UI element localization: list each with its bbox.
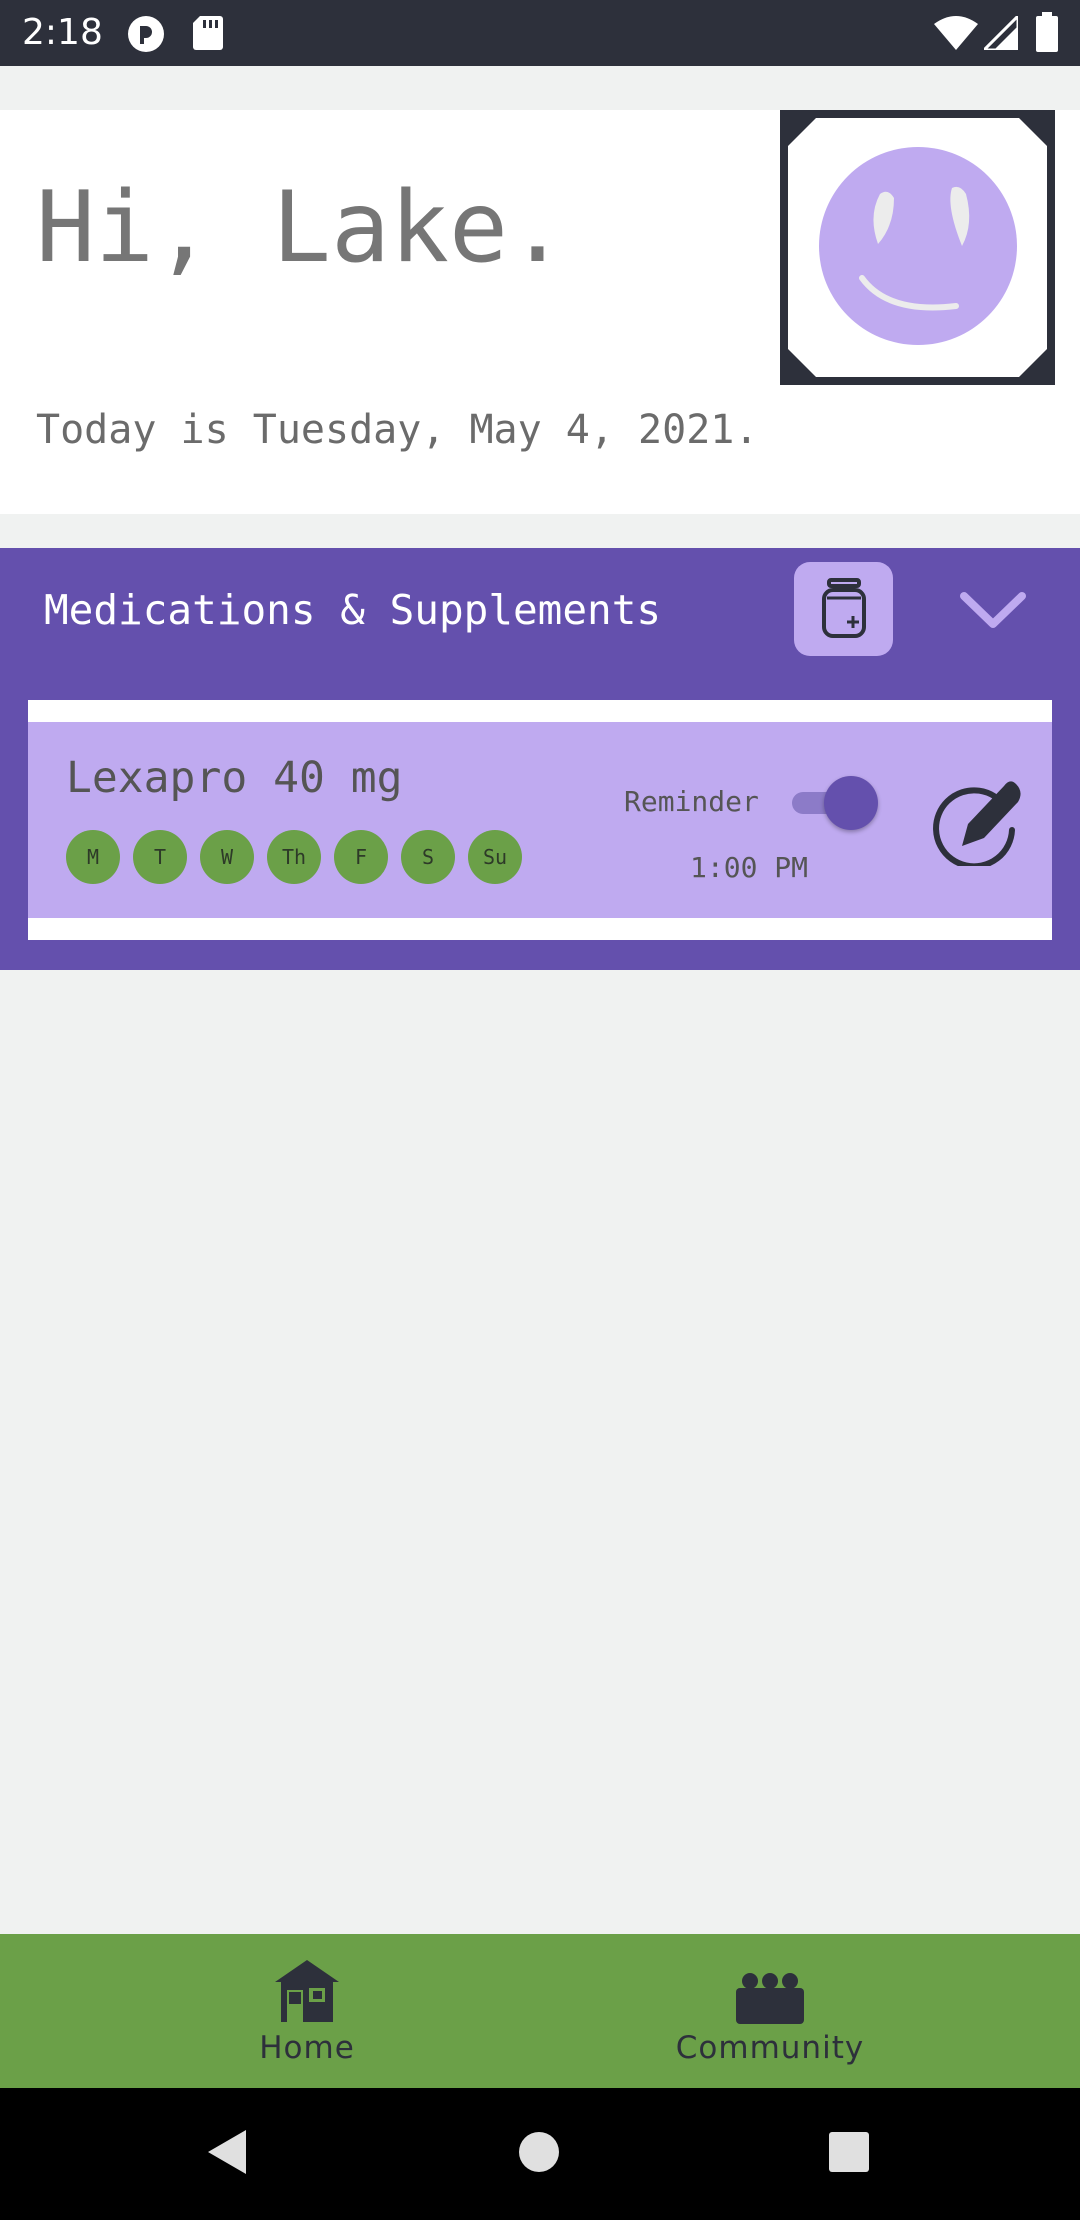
- reminder-label: Reminder: [624, 785, 759, 818]
- status-time: 2:18: [22, 12, 103, 53]
- reminder-toggle[interactable]: [790, 774, 882, 830]
- day-thursday[interactable]: Th: [267, 830, 321, 884]
- nav-community[interactable]: Community: [650, 1934, 890, 2088]
- medication-item[interactable]: Lexapro 40 mg M T W Th F S Su Reminder 1…: [28, 722, 1052, 918]
- bottom-navigation: Home Community: [0, 1934, 1080, 2088]
- add-medication-button[interactable]: [794, 562, 893, 656]
- sd-card-icon: [192, 14, 224, 56]
- medications-panel: Medications & Supplements Lexapro 40 mg …: [0, 548, 1080, 970]
- day-tuesday[interactable]: T: [133, 830, 187, 884]
- collapse-button[interactable]: [950, 568, 1034, 652]
- wifi-icon: [934, 16, 978, 54]
- home-circle-icon: [518, 2131, 560, 2177]
- nav-home[interactable]: Home: [220, 1934, 394, 2088]
- battery-icon: [1036, 12, 1058, 56]
- greeting-card: Hi, Lake. Today is Tuesday, May 4, 2021.: [0, 110, 1080, 514]
- back-button[interactable]: [190, 2118, 262, 2190]
- day-saturday[interactable]: S: [401, 830, 455, 884]
- chevron-down-icon: [960, 590, 1026, 634]
- medication-name: Lexapro 40 mg: [66, 753, 403, 803]
- schedule-days: M T W Th F S Su: [66, 830, 522, 884]
- community-icon: [736, 1956, 804, 2024]
- smiley-face-icon: [818, 146, 1018, 346]
- medication-card: Lexapro 40 mg M T W Th F S Su Reminder 1…: [28, 700, 1052, 940]
- recents-button[interactable]: [813, 2118, 885, 2190]
- nav-community-label: Community: [675, 2030, 865, 2066]
- status-bar: 2:18: [0, 0, 1080, 66]
- toggle-knob: [824, 776, 878, 830]
- day-wednesday[interactable]: W: [200, 830, 254, 884]
- greeting-text: Hi, Lake.: [36, 171, 568, 285]
- avatar[interactable]: [780, 110, 1055, 385]
- signal-icon: [980, 12, 1020, 54]
- day-sunday[interactable]: Su: [468, 830, 522, 884]
- edit-pencil-icon: [932, 774, 1024, 870]
- app-notification-icon: [126, 14, 166, 58]
- day-friday[interactable]: F: [334, 830, 388, 884]
- edit-medication-button[interactable]: [932, 774, 1024, 870]
- recents-square-icon: [828, 2131, 870, 2177]
- medications-title: Medications & Supplements: [44, 586, 662, 634]
- date-text: Today is Tuesday, May 4, 2021.: [36, 407, 759, 453]
- day-monday[interactable]: M: [66, 830, 120, 884]
- medicine-bottle-icon: [821, 578, 867, 644]
- back-triangle-icon: [204, 2128, 248, 2180]
- home-icon: [273, 1956, 341, 2024]
- home-system-button[interactable]: [503, 2118, 575, 2190]
- reminder-time[interactable]: 1:00 PM: [690, 850, 808, 886]
- nav-home-label: Home: [259, 2030, 355, 2066]
- system-navigation-bar: [0, 2088, 1080, 2220]
